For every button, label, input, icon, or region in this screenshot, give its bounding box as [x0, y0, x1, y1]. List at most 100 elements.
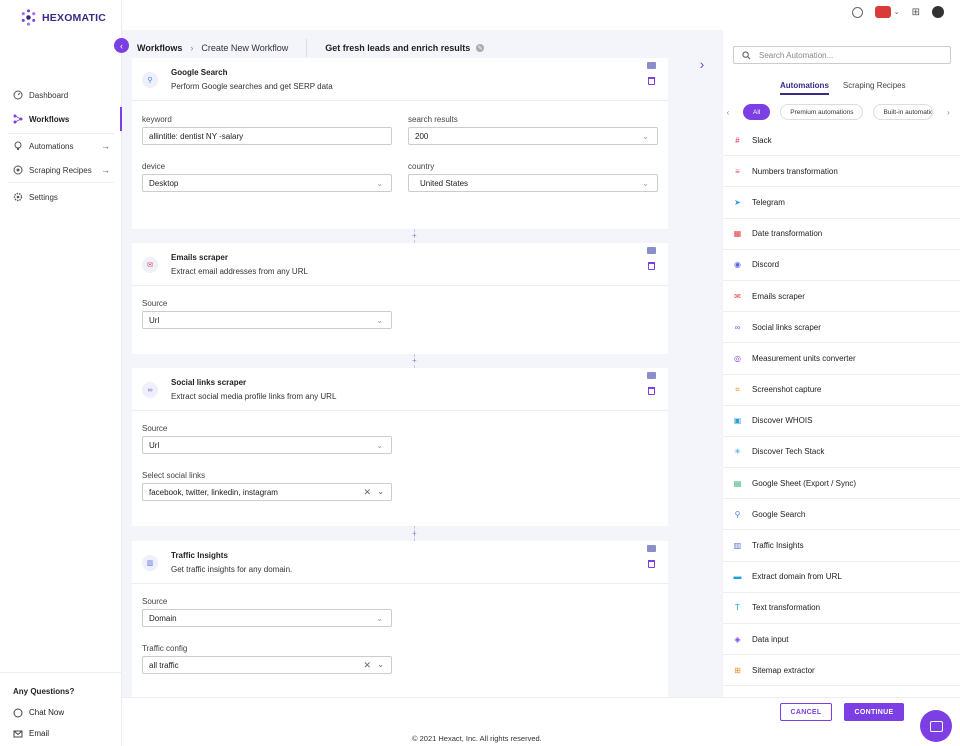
- chevron-down-icon: ⌄: [376, 179, 383, 188]
- breadcrumb: Workflows › Create New Workflow Get fres…: [137, 39, 485, 57]
- add-step-icon[interactable]: +: [412, 231, 417, 240]
- source-select[interactable]: Url ⌄: [142, 436, 392, 454]
- collapse-card-icon[interactable]: [647, 62, 656, 69]
- collapse-card-icon[interactable]: [647, 247, 656, 254]
- automation-list-item[interactable]: ➤ Telegram: [723, 187, 960, 219]
- sidebar-item-dashboard[interactable]: Dashboard: [0, 83, 122, 107]
- chevron-down-icon[interactable]: ⌄: [377, 660, 384, 669]
- automation-list-item[interactable]: ⊞ Sitemap extractor: [723, 655, 960, 687]
- automation-list-item[interactable]: ⚲ Google Search: [723, 499, 960, 531]
- clear-icon[interactable]: ✕: [363, 487, 371, 498]
- search-results-select[interactable]: 200 ⌄: [408, 127, 658, 145]
- edit-icon[interactable]: ✎: [476, 44, 485, 52]
- chat-widget-button[interactable]: [920, 710, 952, 742]
- chevron-right-icon[interactable]: ›: [943, 108, 953, 117]
- automation-icon: ≡: [735, 166, 740, 176]
- app-logo[interactable]: HEXOMATIC: [19, 8, 106, 27]
- automation-list-item[interactable]: ▤ Google Sheet (Export / Sync): [723, 468, 960, 500]
- cancel-button[interactable]: CANCEL: [780, 703, 832, 721]
- automation-list-item[interactable]: ▬ Extract domain from URL: [723, 562, 960, 593]
- tab-scraping-recipes[interactable]: Scraping Recipes: [843, 81, 906, 95]
- automation-icon: ⚲: [734, 509, 741, 519]
- chip-built-in[interactable]: Built-in automations: [873, 104, 934, 120]
- automation-label: Google Search: [752, 509, 806, 519]
- add-step-icon[interactable]: +: [412, 529, 417, 538]
- collapse-sidebar-button[interactable]: ‹: [114, 38, 129, 53]
- keyword-input[interactable]: allintitle: dentist NY -salary: [142, 127, 392, 145]
- copyright: © 2021 Hexact, Inc. All rights reserved.: [412, 734, 542, 743]
- automation-list-item[interactable]: ◈ Data input: [723, 624, 960, 656]
- collapse-card-icon[interactable]: [647, 545, 656, 552]
- sidebar-item-scraping-recipes[interactable]: Scraping Recipes →: [0, 158, 122, 182]
- automation-list-item[interactable]: ◉ Discord: [723, 250, 960, 281]
- chevron-down-icon[interactable]: ⌄: [377, 487, 384, 496]
- social-links-multiselect[interactable]: facebook, twitter, linkedin, instagram ✕ ⌄: [142, 483, 392, 501]
- card-header: ⚲ Google Search Perform Google searches …: [132, 58, 668, 101]
- chip-premium[interactable]: Premium automations: [780, 104, 864, 120]
- country-select[interactable]: United States ⌄: [408, 174, 658, 192]
- traffic-config-select[interactable]: all traffic ✕ ⌄: [142, 656, 392, 674]
- sidebar-item-automations[interactable]: Automations →: [0, 134, 122, 158]
- hexomatic-logo-icon: [21, 9, 36, 26]
- automation-list-item[interactable]: ▦ Date transformation: [723, 219, 960, 250]
- sidebar-item-settings[interactable]: Settings: [0, 185, 122, 209]
- arrow-right-icon: →: [101, 141, 110, 151]
- automation-label: Sitemap extractor: [752, 665, 815, 675]
- trash-icon[interactable]: [648, 262, 655, 270]
- email-link[interactable]: Email: [0, 723, 122, 744]
- filter-chips: ‹ All Premium automations Built-in autom…: [723, 103, 960, 121]
- automation-label: Date transformation: [752, 229, 823, 239]
- device-select[interactable]: Desktop ⌄: [142, 174, 392, 192]
- chevron-right-icon[interactable]: ›: [693, 55, 711, 73]
- automation-icon: ▦: [733, 229, 742, 239]
- chip-all[interactable]: All: [743, 104, 771, 120]
- social-links-value: facebook, twitter, linkedin, instagram: [149, 487, 278, 497]
- automation-list-item[interactable]: ≡ Numbers transformation: [723, 156, 960, 188]
- automation-list-item[interactable]: ∞ Social links scraper: [723, 312, 960, 344]
- continue-button[interactable]: CONTINUE: [844, 703, 904, 721]
- sidebar-item-workflows[interactable]: Workflows: [0, 107, 122, 131]
- recipe-icon: [13, 165, 23, 175]
- automation-label: Discover WHOIS: [752, 416, 813, 426]
- chevron-left-icon: ‹: [120, 40, 123, 51]
- avatar[interactable]: ⌄: [874, 6, 900, 18]
- automation-label: Slack: [752, 135, 772, 145]
- field-label: Source: [142, 424, 168, 433]
- chevron-left-icon[interactable]: ‹: [723, 108, 733, 117]
- automation-list-item[interactable]: ⌗ Screenshot capture: [723, 375, 960, 406]
- automation-list-item[interactable]: # Slack: [723, 125, 960, 157]
- field-label: Source: [142, 299, 168, 308]
- automation-list-item[interactable]: ✳ Discover Tech Stack: [723, 437, 960, 469]
- chat-now-link[interactable]: Chat Now: [0, 702, 122, 723]
- search-input[interactable]: Search Automation...: [733, 46, 951, 64]
- chevron-down-icon: ⌄: [376, 316, 383, 325]
- workflow-step-traffic-insights: ▥ Traffic Insights Get traffic insights …: [132, 541, 668, 697]
- workflow-title-text[interactable]: Get fresh leads and enrich results: [325, 43, 470, 53]
- automation-label: Screenshot capture: [752, 385, 822, 395]
- apps-grid-icon[interactable]: ⊞: [912, 7, 920, 18]
- automation-list-item[interactable]: ◎ Measurement units converter: [723, 343, 960, 375]
- chevron-down-icon: ⌄: [642, 179, 649, 188]
- collapse-card-icon[interactable]: [647, 372, 656, 379]
- breadcrumb-workflows[interactable]: Workflows: [137, 43, 182, 53]
- trash-icon[interactable]: [648, 77, 655, 85]
- help-icon[interactable]: [851, 6, 863, 18]
- automation-icon: ▤: [733, 478, 742, 488]
- arrow-right-icon: →: [101, 165, 110, 175]
- clear-icon[interactable]: ✕: [363, 660, 371, 671]
- automation-list-item[interactable]: T Text transformation: [723, 593, 960, 624]
- source-select[interactable]: Domain ⌄: [142, 609, 392, 627]
- automation-list-item[interactable]: ▣ Discover WHOIS: [723, 406, 960, 437]
- trash-icon[interactable]: [648, 387, 655, 395]
- add-step-icon[interactable]: +: [412, 356, 417, 365]
- automation-icon: ⊞: [734, 665, 741, 675]
- theme-toggle-icon[interactable]: [932, 6, 944, 18]
- tab-automations[interactable]: Automations: [780, 81, 829, 95]
- automation-list-item[interactable]: ✉ Emails scraper: [723, 281, 960, 313]
- automation-label: Telegram: [752, 197, 785, 207]
- source-value: Domain: [149, 613, 177, 623]
- trash-icon[interactable]: [648, 560, 655, 568]
- automation-list-item[interactable]: ▥ Traffic Insights: [723, 530, 960, 562]
- dashboard-icon: [13, 90, 23, 100]
- source-select[interactable]: Url ⌄: [142, 311, 392, 329]
